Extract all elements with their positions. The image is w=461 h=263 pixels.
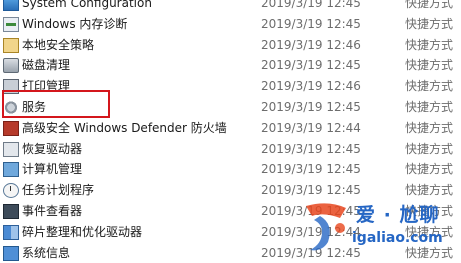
list-item[interactable]: Windows 内存诊断 2019/3/19 12:45 快捷方式 [0,14,461,35]
file-date: 2019/3/19 12:46 [261,37,361,52]
task-scheduler-icon [3,183,19,199]
file-date: 2019/3/19 12:45 [261,245,361,260]
file-type: 快捷方式 [405,162,454,177]
file-name: 高级安全 Windows Defender 防火墙 [22,120,227,135]
highlight-box [2,90,110,118]
security-policy-icon [3,37,19,53]
list-item[interactable]: 恢复驱动器 2019/3/19 12:45 快捷方式 [0,139,461,160]
file-name: 碎片整理和优化驱动器 [22,224,143,239]
list-item[interactable]: 系统信息 2019/3/19 12:45 快捷方式 [0,243,461,263]
system-information-icon [3,245,19,261]
defragment-icon [3,224,19,240]
file-name: 计算机管理 [22,162,83,177]
file-name: 磁盘清理 [22,58,71,73]
list-item[interactable]: System Configuration 2019/3/19 12:45 快捷方… [0,0,461,14]
file-name: 任务计划程序 [22,183,95,198]
file-date: 2019/3/19 12:45 [261,58,361,73]
list-item[interactable]: 碎片整理和优化驱动器 2019/3/19 12:44 快捷方式 [0,222,461,243]
file-date: 2019/3/19 12:45 [261,141,361,156]
list-item[interactable]: 高级安全 Windows Defender 防火墙 2019/3/19 12:4… [0,118,461,139]
computer-management-icon [3,162,19,178]
file-name: System Configuration [22,0,152,10]
file-type: 快捷方式 [405,0,454,10]
file-type: 快捷方式 [405,203,454,218]
file-date: 2019/3/19 12:45 [261,162,361,177]
file-date: 2019/3/19 12:45 [261,183,361,198]
file-type: 快捷方式 [405,183,454,198]
file-type: 快捷方式 [405,16,454,31]
firewall-icon [3,120,19,136]
file-type: 快捷方式 [405,37,454,52]
file-date: 2019/3/19 12:45 [261,203,361,218]
file-name: 恢复驱动器 [22,141,83,156]
system-configuration-icon [3,0,19,11]
file-date: 2019/3/19 12:44 [261,120,361,135]
file-type: 快捷方式 [405,120,454,135]
file-name: 本地安全策略 [22,37,95,52]
memory-diagnostic-icon [3,16,19,32]
event-viewer-icon [3,203,19,219]
file-list: System Configuration 2019/3/19 12:45 快捷方… [0,0,461,263]
file-name: 事件查看器 [22,203,83,218]
file-date: 2019/3/19 12:44 [261,224,361,239]
list-item[interactable]: 计算机管理 2019/3/19 12:45 快捷方式 [0,159,461,180]
disk-cleanup-icon [3,58,19,74]
file-name: Windows 内存诊断 [22,16,128,31]
list-item[interactable]: 任务计划程序 2019/3/19 12:45 快捷方式 [0,180,461,201]
file-date: 2019/3/19 12:45 [261,99,361,114]
file-type: 快捷方式 [405,58,454,73]
file-date: 2019/3/19 12:45 [261,0,361,10]
list-item[interactable]: 事件查看器 2019/3/19 12:45 快捷方式 [0,201,461,222]
file-date: 2019/3/19 12:46 [261,79,361,94]
file-name: 系统信息 [22,245,71,260]
list-item[interactable]: 本地安全策略 2019/3/19 12:46 快捷方式 [0,35,461,56]
file-type: 快捷方式 [405,141,454,156]
file-type: 快捷方式 [405,245,454,260]
recovery-drive-icon [3,141,19,157]
file-type: 快捷方式 [405,99,454,114]
file-date: 2019/3/19 12:45 [261,16,361,31]
list-item[interactable]: 磁盘清理 2019/3/19 12:45 快捷方式 [0,55,461,76]
file-type: 快捷方式 [405,224,454,239]
file-type: 快捷方式 [405,79,454,94]
